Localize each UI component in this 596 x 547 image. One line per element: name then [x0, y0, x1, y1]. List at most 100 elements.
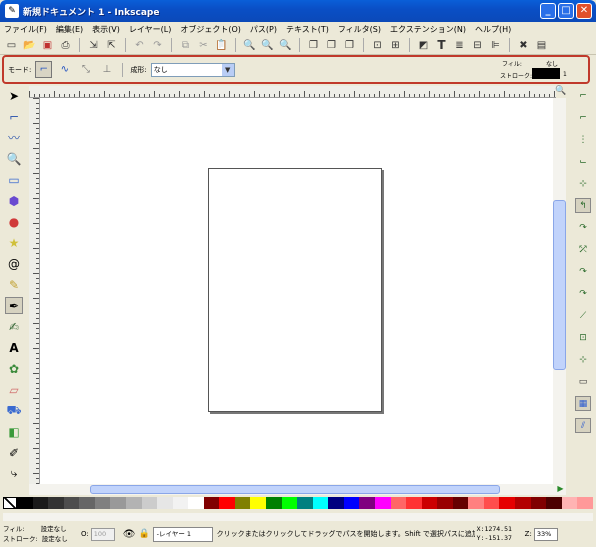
color-swatch[interactable]	[48, 497, 64, 509]
fill-stroke-icon[interactable]: ◩	[416, 38, 431, 53]
color-swatch[interactable]	[328, 497, 344, 509]
shape-select[interactable]: なし ▼	[150, 62, 235, 77]
snap-guides-icon[interactable]: ⫽	[575, 418, 591, 433]
color-swatch[interactable]	[374, 497, 391, 509]
palette-scrollbar[interactable]	[3, 513, 593, 521]
calligraphy-tool-icon[interactable]: ✍	[5, 318, 23, 335]
snap-nodes-icon[interactable]: ↰	[575, 198, 591, 213]
document-properties-icon[interactable]: ▤	[534, 38, 549, 53]
snap-midpoints-icon[interactable]: ⟋	[575, 308, 591, 323]
text-tool-icon[interactable]: A	[5, 339, 23, 356]
spiro-mode-icon[interactable]: ∿	[56, 61, 73, 78]
minimize-button[interactable]: _	[540, 3, 556, 19]
print-icon[interactable]: ⎙	[58, 38, 73, 53]
color-swatch[interactable]	[437, 497, 453, 509]
color-swatch[interactable]	[141, 497, 158, 509]
undo-icon[interactable]: ↶	[132, 38, 147, 53]
bezier-mode-icon[interactable]: ⌐	[35, 61, 53, 78]
color-swatch[interactable]	[452, 497, 469, 509]
3d-box-tool-icon[interactable]: ⬢	[5, 192, 23, 209]
snap-bbox-edges-icon[interactable]: ⋮	[575, 132, 591, 147]
opacity-spinbox[interactable]: 100	[90, 527, 115, 541]
color-swatch[interactable]	[250, 497, 266, 509]
menu-file[interactable]: ファイル(F)	[4, 24, 47, 35]
inkscape-app-icon[interactable]: ✎	[5, 4, 19, 18]
color-swatch[interactable]	[406, 497, 422, 509]
color-swatch[interactable]	[17, 497, 33, 509]
color-swatch[interactable]	[32, 497, 49, 509]
snap-rotation-centers-icon[interactable]: ⊹	[575, 352, 591, 367]
preferences-icon[interactable]: ✖	[516, 38, 531, 53]
dropper-tool-icon[interactable]: ✐	[5, 444, 23, 461]
redo-icon[interactable]: ↷	[150, 38, 165, 53]
zoom-corner-icon[interactable]: 🔍	[555, 86, 566, 98]
color-swatch[interactable]	[421, 497, 438, 509]
pen-tool-icon[interactable]: ✒	[5, 297, 23, 314]
paste-icon[interactable]: 📋	[214, 38, 229, 53]
color-swatch[interactable]	[515, 497, 531, 509]
new-icon[interactable]: ▭	[4, 38, 19, 53]
ellipse-tool-icon[interactable]: ●	[5, 213, 23, 230]
layer-lock-icon[interactable]: 🔒	[138, 529, 149, 539]
color-swatch[interactable]	[125, 497, 142, 509]
snap-page-border-icon[interactable]: ▭	[575, 374, 591, 389]
color-swatch[interactable]	[390, 497, 407, 509]
menu-edit[interactable]: 編集(E)	[56, 24, 83, 35]
color-swatch[interactable]	[79, 497, 95, 509]
snap-grid-icon[interactable]: ▦	[575, 396, 591, 411]
eraser-tool-icon[interactable]: ▱	[5, 381, 23, 398]
color-swatch[interactable]	[234, 497, 251, 509]
node-tool-icon[interactable]: ⌐	[5, 108, 23, 125]
fill-stroke-indicator[interactable]: フィル: なし ストローク: 1	[500, 58, 578, 82]
selected-style-indicator[interactable]: フィル: 設定なし ストローク: 設定なし	[3, 524, 71, 544]
color-swatch[interactable]	[63, 497, 80, 509]
zoom-field[interactable]: 33%	[533, 527, 558, 541]
color-swatch[interactable]	[219, 497, 235, 509]
snap-paths-icon[interactable]: ↷	[575, 220, 591, 235]
close-button[interactable]: ✕	[576, 3, 592, 19]
menu-view[interactable]: 表示(V)	[92, 24, 120, 35]
maximize-button[interactable]: □	[558, 3, 574, 19]
polyline-mode-icon[interactable]: ⤡	[77, 61, 94, 78]
snap-enable-icon[interactable]: ⌐	[575, 88, 591, 103]
zoom-page-icon[interactable]: 🔍	[278, 38, 293, 53]
duplicate-icon[interactable]: ❐	[306, 38, 321, 53]
color-swatch[interactable]	[188, 497, 204, 509]
color-swatch[interactable]	[94, 497, 111, 509]
snap-cusp-nodes-icon[interactable]: ↷	[575, 264, 591, 279]
unlink-clone-icon[interactable]: ❐	[342, 38, 357, 53]
color-swatch[interactable]	[203, 497, 220, 509]
zoom-drawing-icon[interactable]: 🔍	[260, 38, 275, 53]
color-swatch[interactable]	[577, 497, 593, 509]
tweak-tool-icon[interactable]: 〰	[5, 129, 23, 146]
selector-tool-icon[interactable]: ➤	[5, 87, 23, 104]
color-swatch[interactable]	[359, 497, 375, 509]
color-swatch[interactable]	[499, 497, 515, 509]
canvas-color-manage-icon[interactable]: ▶	[555, 484, 566, 495]
layers-icon[interactable]: ≣	[452, 38, 467, 53]
spiral-tool-icon[interactable]: @	[5, 255, 23, 272]
align-icon[interactable]: ⊫	[488, 38, 503, 53]
color-swatch[interactable]	[157, 497, 173, 509]
snap-intersections-icon[interactable]: ⤱	[575, 242, 591, 257]
document-page[interactable]	[208, 168, 382, 412]
paraxial-mode-icon[interactable]: ⊥	[98, 61, 115, 78]
color-swatch[interactable]	[468, 497, 484, 509]
menu-filters[interactable]: フィルタ(S)	[338, 24, 381, 35]
color-swatch[interactable]	[297, 497, 313, 509]
no-paint-swatch[interactable]	[3, 497, 17, 509]
snap-object-centers-icon[interactable]: ⊡	[575, 330, 591, 345]
clone-icon[interactable]: ❐	[324, 38, 339, 53]
color-swatch[interactable]	[281, 497, 298, 509]
color-swatch[interactable]	[343, 497, 360, 509]
paint-bucket-tool-icon[interactable]: ⛟	[5, 402, 23, 419]
snap-bbox-corners-icon[interactable]: ⌙	[575, 154, 591, 169]
color-swatch[interactable]	[172, 497, 189, 509]
menu-layer[interactable]: レイヤー(L)	[129, 24, 171, 35]
ungroup-icon[interactable]: ⊞	[388, 38, 403, 53]
rectangle-tool-icon[interactable]: ▭	[5, 171, 23, 188]
zoom-tool-icon[interactable]: 🔍	[5, 150, 23, 167]
cut-icon[interactable]: ✂	[196, 38, 211, 53]
open-icon[interactable]: 📂	[22, 38, 37, 53]
chevron-down-icon[interactable]: ▼	[221, 63, 234, 76]
